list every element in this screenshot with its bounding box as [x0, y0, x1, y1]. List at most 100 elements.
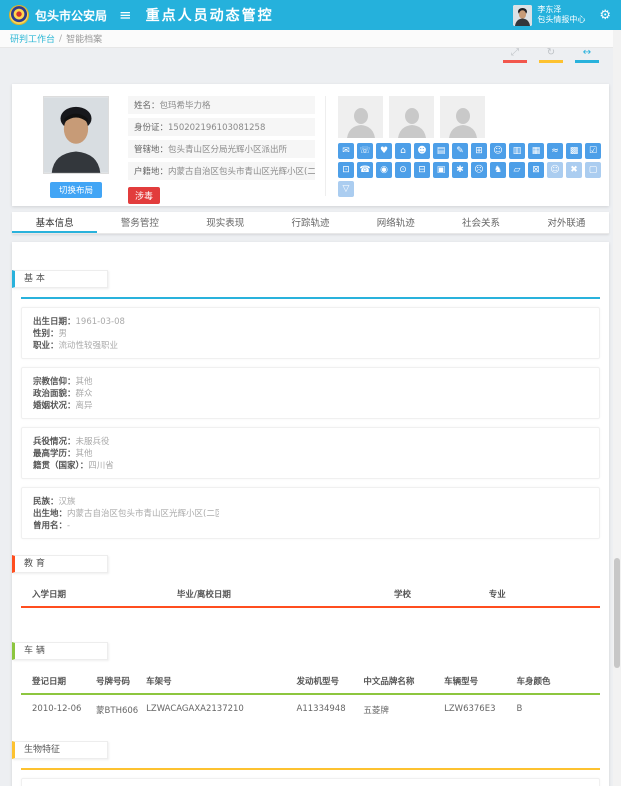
- field: 职业：流动性较强职业: [33, 339, 219, 351]
- profile-card: 切换布局 姓名：包玛希毕力格 身份证：150202196103081258 管辖…: [12, 84, 609, 206]
- profile-fields: 姓名：包玛希毕力格 身份证：150202196103081258 管辖地：包头青…: [128, 96, 326, 196]
- detail-card: 基 本 出生日期：1961-03-08 性别：男 职业：流动性较强职业: [12, 242, 609, 786]
- refresh-button[interactable]: ↻: [539, 47, 563, 63]
- field-row: 民族：汉族 出生地：内蒙古自治区包头市青山区光辉小区(二区)-1-86 曾用名：…: [21, 487, 600, 539]
- field-row: 出生日期：1961-03-08 性别：男 职业：流动性较强职业: [21, 307, 600, 359]
- column-header: 中文品牌名称: [363, 675, 444, 687]
- switch-layout-button[interactable]: 切换布局: [50, 182, 102, 198]
- table-cell: 五菱牌: [363, 704, 444, 716]
- police-car-icon[interactable]: ♞: [490, 162, 506, 178]
- tab-movement-track[interactable]: 行踪轨迹: [268, 212, 353, 233]
- column-header: 毕业/离校日期: [177, 588, 394, 600]
- section-label-education: 教 育: [12, 555, 108, 573]
- signal-icon[interactable]: ◉: [376, 162, 392, 178]
- table-cell: B: [517, 704, 589, 716]
- tab-reality-performance[interactable]: 现实表现: [183, 212, 268, 233]
- column-header: 学校: [394, 588, 489, 600]
- flight-disabled-icon[interactable]: ✖: [566, 162, 582, 178]
- top-bar: 包头市公安局 ≡ 重点人员动态管控 李东泽 包头情报中心 ⚙: [0, 0, 621, 30]
- table-cell: 2010-12-06: [32, 704, 96, 716]
- associate-photo-placeholder[interactable]: [338, 96, 383, 138]
- control-underline: [539, 60, 563, 63]
- column-header: 车架号: [146, 675, 296, 687]
- field: 婚姻状况：离异: [33, 399, 219, 411]
- field-row: 宗教信仰：其他 政治面貌：群众 婚姻状况：离异: [21, 367, 600, 419]
- person-photo: [43, 96, 109, 174]
- police-badge-logo: [10, 6, 28, 24]
- health-icon[interactable]: ♥: [376, 143, 392, 159]
- scrollbar[interactable]: [613, 30, 621, 786]
- user-name: 李东泽: [537, 5, 585, 15]
- section-biometric: 生物特征 体貌特征描述：黑色外套,运动鞋 体表特殊标记：额头有痣: [12, 741, 609, 786]
- landline-icon[interactable]: ☎: [357, 162, 373, 178]
- vehicle-table-body: 2010-12-06蒙BTH606LZWACAGAXA2137210A11334…: [21, 695, 600, 725]
- tab-police-control[interactable]: 警务管控: [97, 212, 182, 233]
- field: 政治面貌：群众: [33, 387, 219, 399]
- section-label-vehicle: 车 辆: [12, 642, 108, 660]
- breadcrumb-separator: /: [59, 34, 62, 44]
- field-row: 体貌特征描述：黑色外套,运动鞋 体表特殊标记：额头有痣: [21, 778, 600, 786]
- section-label-biometric: 生物特征: [12, 741, 108, 759]
- drug-involvement-badge: 涉毒: [128, 187, 160, 204]
- hamburger-menu-icon[interactable]: ≡: [119, 6, 132, 24]
- person-disabled-icon[interactable]: ☺: [547, 162, 563, 178]
- breadcrumb-workbench[interactable]: 研判工作台: [10, 32, 55, 45]
- tab-basic-info[interactable]: 基本信息: [12, 212, 97, 233]
- breadcrumb-current: 智能档案: [66, 32, 102, 45]
- network-icon[interactable]: ≈: [547, 143, 563, 159]
- control-icon[interactable]: ✱: [452, 162, 468, 178]
- fullscreen-button[interactable]: ⤢: [503, 47, 527, 63]
- education-table-header: 入学日期毕业/离校日期学校专业: [21, 582, 600, 608]
- table-cell: LZW6376E3: [444, 704, 516, 716]
- taxi-icon[interactable]: ⊙: [395, 162, 411, 178]
- tab-network-track[interactable]: 网络轨迹: [353, 212, 438, 233]
- home-icon[interactable]: ⌂: [395, 143, 411, 159]
- alert-person-icon[interactable]: ☹: [471, 162, 487, 178]
- profile-field: 户籍地：内蒙古自治区包头市青山区光辉小区(二区)-1-86: [128, 162, 315, 180]
- education-icon[interactable]: ✎: [452, 143, 468, 159]
- bus-disabled-icon[interactable]: ▢: [585, 162, 601, 178]
- table-cell: 蒙BTH606: [96, 704, 146, 716]
- field: 民族：汉族: [33, 495, 219, 507]
- settings-gear-icon[interactable]: ⚙: [599, 8, 611, 23]
- user-info[interactable]: 李东泽 包头情报中心: [513, 5, 585, 26]
- family-icon[interactable]: ☻: [414, 143, 430, 159]
- truck-icon[interactable]: ⊟: [414, 162, 430, 178]
- panel-controls: ⤢ ↻ ↔: [503, 47, 599, 63]
- field: 出生日期：1961-03-08: [33, 315, 219, 327]
- column-header: 车辆型号: [444, 675, 516, 687]
- table-cell: LZWACAGAXA2137210: [146, 704, 296, 716]
- person-icon[interactable]: ☺: [490, 143, 506, 159]
- field: 曾用名：-: [33, 519, 219, 531]
- other-disabled-icon[interactable]: ▽: [338, 181, 354, 197]
- section-basic: 基 本 出生日期：1961-03-08 性别：男 职业：流动性较强职业: [12, 270, 609, 539]
- column-header: 登记日期: [32, 675, 96, 687]
- field: 籍贯（国家）：四川省: [33, 459, 219, 471]
- associate-photo-placeholder[interactable]: [389, 96, 434, 138]
- chat-icon[interactable]: ✉: [338, 143, 354, 159]
- bank-icon[interactable]: ▩: [566, 143, 582, 159]
- collapse-button[interactable]: ↔: [575, 47, 599, 63]
- scrollbar-thumb[interactable]: [614, 558, 620, 668]
- table-cell: A11334948: [297, 704, 364, 716]
- ktv-icon[interactable]: ▱: [509, 162, 525, 178]
- section-education: 教 育 入学日期毕业/离校日期学校专业: [12, 555, 609, 626]
- phone-icon[interactable]: ☏: [357, 143, 373, 159]
- document-icon[interactable]: ▥: [509, 143, 525, 159]
- case-check-icon[interactable]: ☑: [585, 143, 601, 159]
- section-vehicle: 车 辆 登记日期号牌号码车架号发动机型号中文品牌名称车辆型号车身颜色 2010-…: [12, 642, 609, 725]
- camera-icon[interactable]: ⊡: [338, 162, 354, 178]
- photo-icon[interactable]: ▦: [528, 143, 544, 159]
- page-title: 重点人员动态管控: [146, 5, 274, 25]
- logistics-icon[interactable]: ⊠: [528, 162, 544, 178]
- lodging-icon[interactable]: ▣: [433, 162, 449, 178]
- vehicle-icon[interactable]: ⊞: [471, 143, 487, 159]
- associate-photo-placeholder[interactable]: [440, 96, 485, 138]
- breadcrumb: 研判工作台 / 智能档案: [0, 30, 621, 48]
- hotel-icon[interactable]: ▤: [433, 143, 449, 159]
- field: 最高学历：其他: [33, 447, 219, 459]
- field: 兵役情况：未服兵役: [33, 435, 219, 447]
- tab-external-contact[interactable]: 对外联通: [524, 212, 609, 233]
- tab-social-relations[interactable]: 社会关系: [438, 212, 523, 233]
- column-header: 专业: [489, 588, 589, 600]
